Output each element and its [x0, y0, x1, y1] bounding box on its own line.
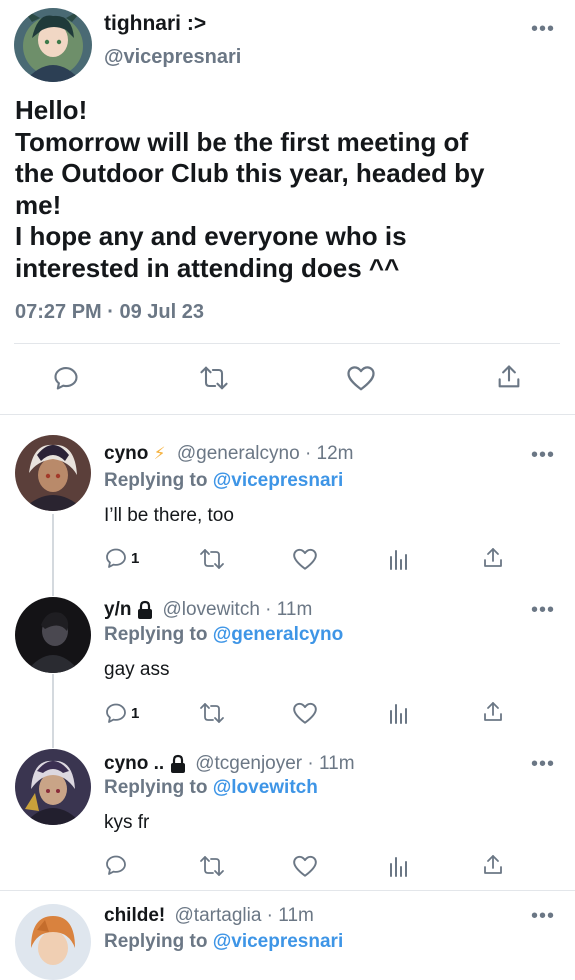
share-icon[interactable]: [482, 853, 504, 877]
lock-icon: [169, 754, 187, 774]
reply-button[interactable]: 1: [104, 701, 139, 725]
mention-link[interactable]: @generalcyno: [213, 624, 343, 645]
replying-to: Replying to @lovewitch: [104, 777, 318, 799]
like-icon[interactable]: [346, 364, 376, 392]
lightning-icon: ⚡: [153, 444, 166, 463]
handle-time[interactable]: @lovewitch · 11m: [162, 599, 312, 621]
analytics-icon[interactable]: [388, 547, 410, 571]
share-icon[interactable]: [482, 700, 504, 724]
reply-header: childe! @tartaglia · 11m: [104, 905, 314, 927]
tweet-line: me!: [15, 189, 62, 220]
divider: [0, 414, 575, 415]
avatar[interactable]: [15, 904, 91, 980]
replying-prefix: Replying to: [104, 931, 208, 952]
display-name[interactable]: childe!: [104, 905, 165, 926]
reply-header: cyno .. @tcgenjoyer · 11m: [104, 753, 355, 775]
more-options-icon[interactable]: •••: [531, 906, 555, 926]
handle-time[interactable]: @generalcyno · 12m: [177, 443, 354, 464]
avatar[interactable]: [15, 435, 91, 511]
retweet-icon[interactable]: [198, 854, 226, 878]
replying-prefix: Replying to: [104, 777, 208, 798]
avatar[interactable]: [14, 8, 92, 82]
reply-header: y/n @lovewitch · 11m: [104, 599, 312, 621]
replying-prefix: Replying to: [104, 624, 208, 645]
like-icon[interactable]: [292, 701, 318, 725]
reply-text: gay ass: [104, 659, 170, 680]
reply-icon[interactable]: [104, 701, 128, 725]
analytics-icon[interactable]: [388, 701, 410, 725]
more-options-icon[interactable]: •••: [531, 19, 555, 39]
like-icon[interactable]: [292, 854, 318, 878]
thread-line: [52, 674, 54, 748]
replying-to: Replying to @vicepresnari: [104, 470, 343, 492]
retweet-icon[interactable]: [198, 547, 226, 571]
retweet-icon[interactable]: [198, 701, 226, 725]
handle-time[interactable]: @tartaglia · 11m: [175, 905, 314, 926]
more-options-icon[interactable]: •••: [531, 600, 555, 620]
replying-to: Replying to @generalcyno: [104, 624, 343, 646]
reply-icon[interactable]: [52, 364, 80, 392]
reply-count: 1: [131, 704, 140, 722]
share-icon[interactable]: [496, 363, 522, 391]
reply-count: 1: [131, 549, 140, 567]
reply-text: kys fr: [104, 812, 150, 833]
divider: [14, 343, 560, 344]
timestamp[interactable]: 07:27 PM · 09 Jul 23: [15, 301, 204, 324]
more-options-icon[interactable]: •••: [531, 445, 555, 465]
tweet-line: interested in attending does ^^: [15, 252, 400, 283]
lock-icon: [136, 600, 154, 620]
mention-link[interactable]: @vicepresnari: [213, 931, 344, 952]
reply-header: cyno ⚡ @generalcyno · 12m: [104, 443, 354, 465]
thread-line: [52, 514, 54, 596]
reply-text: I’ll be there, too: [104, 505, 234, 526]
tweet-line: Tomorrow will be the first meeting of: [15, 126, 469, 157]
display-name[interactable]: tighnari :>: [104, 12, 206, 36]
retweet-icon[interactable]: [198, 364, 230, 392]
tweet-line: I hope any and everyone who is: [15, 221, 407, 251]
divider: [0, 890, 575, 891]
tweet-line: the Outdoor Club this year, headed by: [15, 158, 485, 188]
handle[interactable]: @vicepresnari: [104, 46, 241, 69]
analytics-icon[interactable]: [388, 854, 410, 878]
replying-prefix: Replying to: [104, 470, 208, 491]
reply-button[interactable]: 1: [104, 546, 139, 570]
mention-link[interactable]: @vicepresnari: [213, 470, 344, 491]
share-icon[interactable]: [482, 546, 504, 570]
reply-icon[interactable]: [104, 853, 128, 877]
more-options-icon[interactable]: •••: [531, 754, 555, 774]
reply-icon[interactable]: [104, 546, 128, 570]
handle-time[interactable]: @tcgenjoyer · 11m: [195, 753, 354, 775]
display-name[interactable]: cyno: [104, 443, 148, 464]
display-name[interactable]: cyno ..: [104, 753, 164, 775]
mention-link[interactable]: @lovewitch: [213, 777, 318, 798]
display-name[interactable]: y/n: [104, 599, 131, 621]
replying-to: Replying to @vicepresnari: [104, 931, 343, 953]
tweet-line: Hello!: [15, 95, 88, 125]
like-icon[interactable]: [292, 547, 318, 571]
avatar[interactable]: [15, 597, 91, 673]
tweet-text: Hello! Tomorrow will be the first meetin…: [15, 95, 485, 284]
avatar[interactable]: [15, 749, 91, 825]
